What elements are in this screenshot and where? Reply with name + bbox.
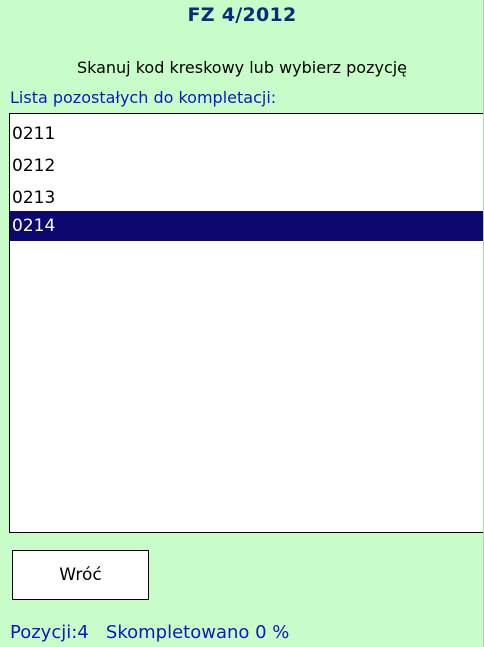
list-item-selected[interactable]: 0214 (10, 211, 483, 241)
list-caption: Lista pozostałych do kompletacji: (10, 88, 277, 107)
status-bar: Pozycji:4 Skompletowano 0 % (10, 622, 290, 643)
list-item[interactable]: 0213 (10, 182, 483, 214)
items-listbox[interactable]: 0211 0212 0213 0214 (9, 113, 483, 533)
list-item-label: 0212 (12, 156, 56, 176)
scan-instruction: Skanuj kod kreskowy lub wybierz pozycję (76, 58, 408, 77)
list-item-label: 0211 (12, 124, 56, 144)
list-item[interactable]: 0212 (10, 150, 483, 182)
list-item[interactable]: 0211 (10, 118, 483, 150)
back-button[interactable]: Wróć (12, 550, 149, 600)
page-title: FZ 4/2012 (187, 4, 297, 26)
list-item-label: 0214 (12, 216, 56, 236)
app-screen: FZ 4/2012 Skanuj kod kreskowy lub wybier… (0, 0, 484, 647)
list-item-label: 0213 (12, 188, 56, 208)
